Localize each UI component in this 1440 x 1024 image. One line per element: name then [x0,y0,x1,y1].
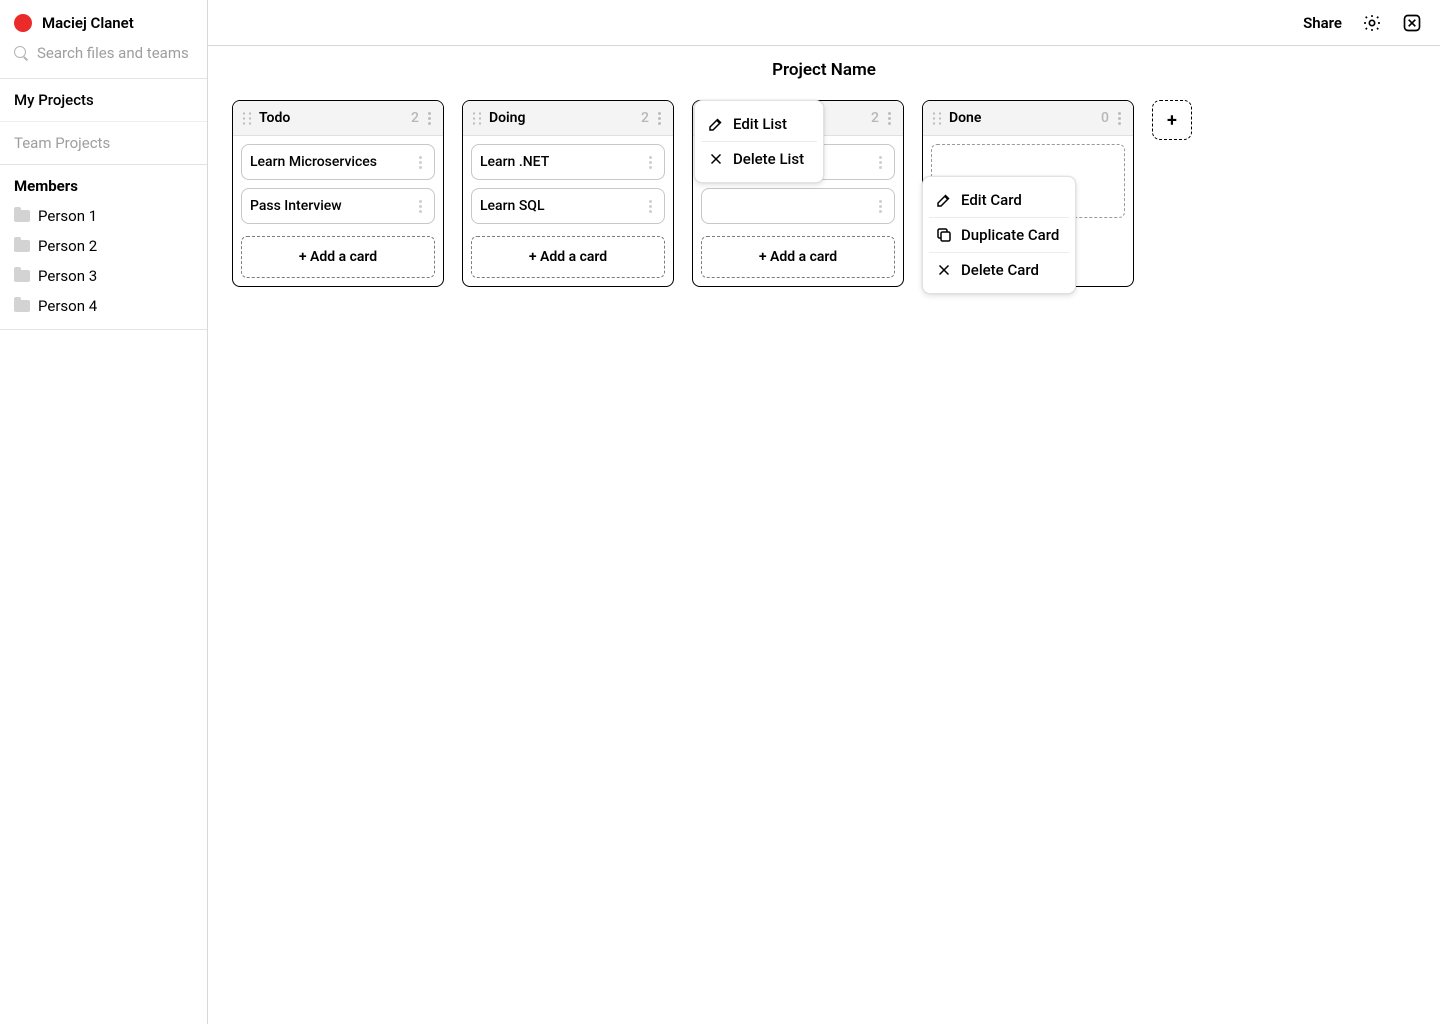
sidebar-item-my-projects[interactable]: My Projects [0,78,207,121]
menu-item-label: Delete Card [961,261,1039,279]
list-header[interactable]: Done 0 [923,101,1133,136]
card-title: Learn .NET [480,154,644,170]
add-card-button[interactable]: + Add a card [471,236,665,278]
project-title: Project Name [208,46,1440,100]
folder-icon [14,210,30,222]
add-card-button[interactable]: + Add a card [701,236,895,278]
share-button[interactable]: Share [1303,14,1342,32]
menu-item-label: Delete List [733,150,804,168]
list-doing: Doing 2 Learn .NET Learn SQL + Add a car… [462,100,674,287]
close-icon [935,261,953,279]
menu-item-label: Edit List [733,115,787,133]
card-menu-button[interactable] [414,197,426,215]
card[interactable]: Learn SQL [471,188,665,224]
list-header[interactable]: Doing 2 [463,101,673,136]
sidebar-member[interactable]: Person 3 [0,261,207,291]
topbar: Share [208,0,1440,46]
folder-icon [14,300,30,312]
list-menu-button[interactable] [423,109,435,127]
card[interactable]: Pass Interview [241,188,435,224]
member-name: Person 4 [38,297,97,315]
gear-icon [1362,13,1382,33]
list-count: 0 [1101,110,1109,126]
list-context-menu: Edit List Delete List [694,100,824,183]
menu-item-edit-list[interactable]: Edit List [701,107,817,142]
add-card-button[interactable]: + Add a card [241,236,435,278]
card[interactable]: Learn Microservices [241,144,435,180]
sidebar-item-team-projects[interactable]: Team Projects [0,121,207,164]
list-menu-button[interactable] [883,109,895,127]
close-icon [1402,13,1422,33]
list-header[interactable]: Todo 2 [233,101,443,136]
card-menu-button[interactable] [874,153,886,171]
list-count: 2 [411,110,419,126]
drag-handle-icon[interactable] [241,111,253,125]
menu-item-edit-card[interactable]: Edit Card [929,183,1069,218]
sidebar-member[interactable]: Person 4 [0,291,207,321]
card-menu-button[interactable] [414,153,426,171]
list-menu-button[interactable] [1113,109,1125,127]
sidebar-member[interactable]: Person 2 [0,231,207,261]
list-body: Learn .NET Learn SQL [463,136,673,232]
user-avatar [14,14,32,32]
menu-item-delete-card[interactable]: Delete Card [929,253,1069,287]
list-count: 2 [871,110,879,126]
list-title: Doing [489,110,641,126]
sidebar-member[interactable]: Person 1 [0,201,207,231]
list-count: 2 [641,110,649,126]
user-row[interactable]: Maciej Clanet [0,0,207,42]
card-menu-button[interactable] [874,197,886,215]
lists-wrap: Todo 2 Learn Microservices Pass Intervie… [232,100,1192,287]
folder-icon [14,270,30,282]
menu-item-label: Edit Card [961,191,1022,209]
menu-item-duplicate-card[interactable]: Duplicate Card [929,218,1069,253]
search-placeholder: Search files and teams [37,44,189,62]
user-name: Maciej Clanet [42,14,134,32]
drag-handle-icon[interactable] [931,111,943,125]
card[interactable] [701,188,895,224]
close-button[interactable] [1402,13,1422,33]
folder-icon [14,240,30,252]
member-name: Person 2 [38,237,97,255]
edit-icon [707,115,725,133]
card[interactable]: Learn .NET [471,144,665,180]
member-name: Person 3 [38,267,97,285]
settings-button[interactable] [1362,13,1382,33]
card-title: Pass Interview [250,198,414,214]
menu-item-label: Duplicate Card [961,226,1059,244]
member-name: Person 1 [38,207,97,225]
main: Share Project Name Todo 2 [208,0,1440,1024]
close-icon [707,150,725,168]
edit-icon [935,191,953,209]
search-input[interactable]: Search files and teams [0,42,207,78]
card-title: Learn SQL [480,198,644,214]
divider [0,329,207,330]
card-menu-button[interactable] [644,197,656,215]
list-body: Learn Microservices Pass Interview [233,136,443,232]
card-title: Learn Microservices [250,154,414,170]
drag-handle-icon[interactable] [471,111,483,125]
add-list-button[interactable]: + [1152,100,1192,140]
sidebar-members-header: Members [0,165,207,201]
list-title: Done [949,110,1101,126]
search-icon [14,46,29,61]
duplicate-icon [935,226,953,244]
list-todo: Todo 2 Learn Microservices Pass Intervie… [232,100,444,287]
sidebar: Maciej Clanet Search files and teams My … [0,0,208,1024]
list-menu-button[interactable] [653,109,665,127]
card-context-menu: Edit Card Duplicate Card Delete Card [922,176,1076,294]
list-title: Todo [259,110,411,126]
card-menu-button[interactable] [644,153,656,171]
menu-item-delete-list[interactable]: Delete List [701,142,817,176]
board: Todo 2 Learn Microservices Pass Intervie… [208,100,1440,311]
